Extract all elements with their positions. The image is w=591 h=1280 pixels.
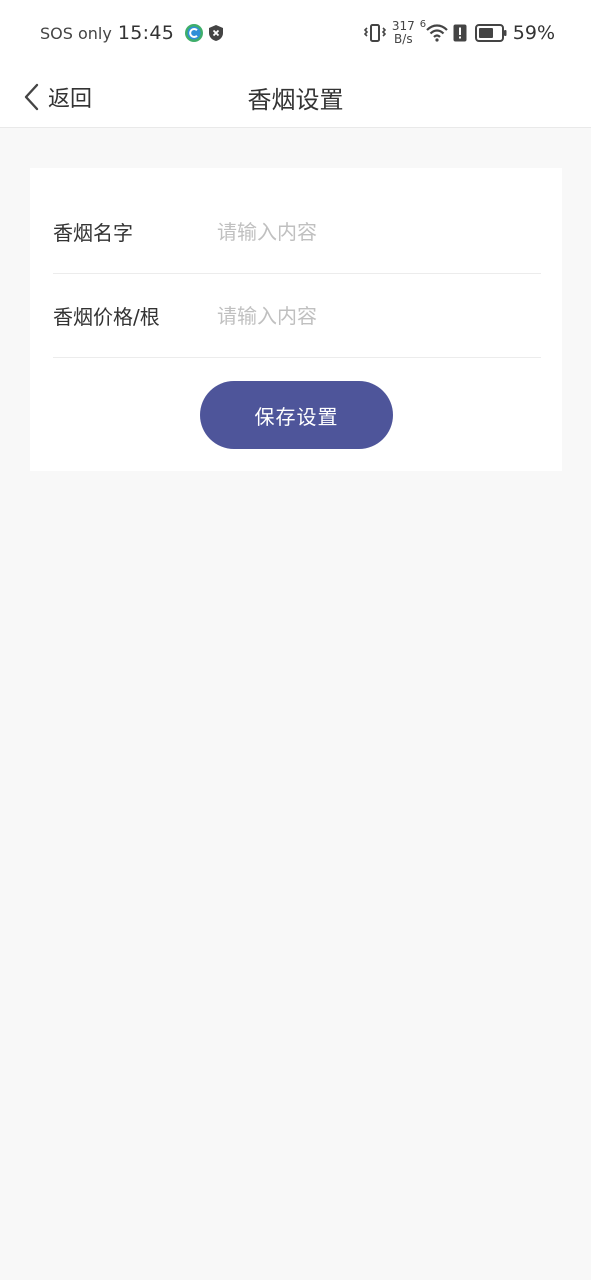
cigarette-name-row: 香烟名字 xyxy=(53,190,541,274)
save-settings-button[interactable]: 保存设置 xyxy=(200,381,393,449)
chevron-left-icon xyxy=(22,82,42,112)
back-label: 返回 xyxy=(48,87,93,112)
wifi-icon: 6 xyxy=(420,19,449,43)
carrier-text: SOS only xyxy=(40,23,112,43)
network-speed: 317 B/s xyxy=(392,20,415,46)
network-speed-unit: B/s xyxy=(394,32,413,46)
status-bar-right: 317 B/s 6 59% xyxy=(360,19,555,46)
shield-x-icon xyxy=(208,24,224,42)
status-bar: SOS only 15:45 317 B/s 6 59% xyxy=(0,0,591,66)
clock-time: 15:45 xyxy=(117,22,175,44)
cigarette-price-row: 香烟价格/根 xyxy=(53,274,541,358)
settings-card: 香烟名字 香烟价格/根 保存设置 xyxy=(30,168,562,471)
screen: SOS only 15:45 317 B/s 6 59% 返回 香烟设置 香烟名… xyxy=(0,0,591,1280)
nav-bar: 返回 香烟设置 xyxy=(0,66,591,128)
battery-percent: 59% xyxy=(512,22,555,44)
vibrate-icon xyxy=(363,23,386,43)
wifi-generation: 6 xyxy=(419,19,427,30)
cigarette-name-label: 香烟名字 xyxy=(53,221,133,245)
cigarette-price-input[interactable] xyxy=(217,295,541,336)
alert-icon xyxy=(453,24,467,42)
status-bar-left: SOS only 15:45 xyxy=(40,22,224,44)
cigarette-price-label: 香烟价格/根 xyxy=(53,305,160,329)
back-button[interactable]: 返回 xyxy=(22,66,92,128)
battery-icon xyxy=(474,24,507,42)
app-c-icon xyxy=(184,23,204,43)
cigarette-name-input[interactable] xyxy=(217,211,541,252)
